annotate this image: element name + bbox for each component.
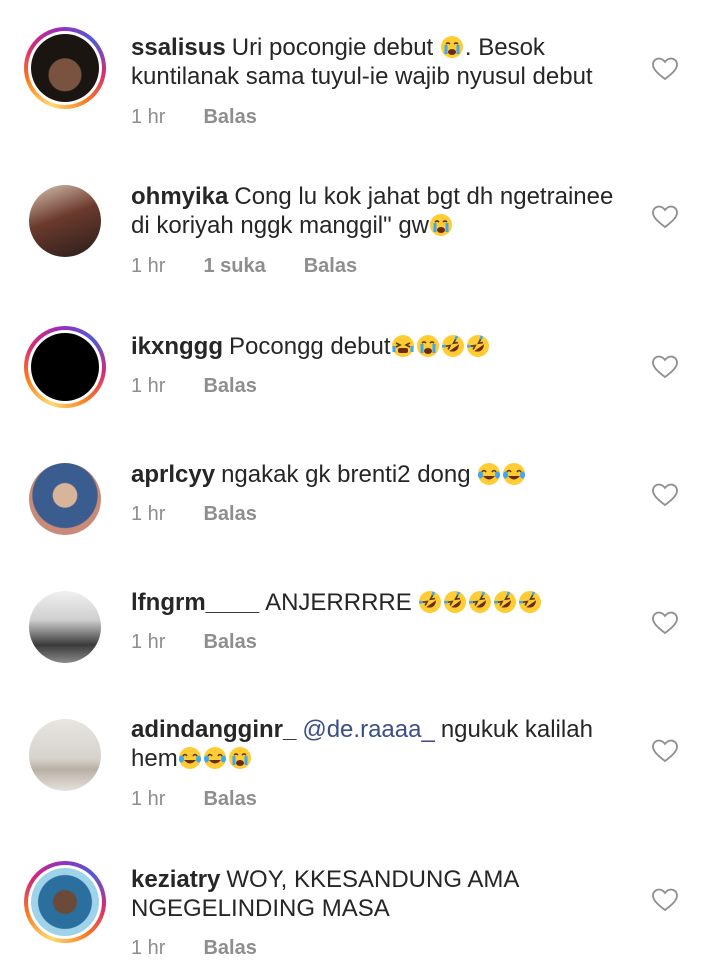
comment-text: ngukuk kalilah: [440, 716, 593, 743]
avatar[interactable]: [24, 458, 106, 540]
rofl-emoji-icon: [443, 590, 467, 614]
comment-username[interactable]: keziatry: [131, 866, 220, 893]
tears-of-joy-emoji-icon: [477, 462, 501, 486]
rofl-emoji-icon: [518, 590, 542, 614]
reply-button[interactable]: Balas: [203, 937, 256, 959]
comment-time: 1 hr: [131, 937, 166, 959]
comment-meta: 1 hr Balas: [131, 937, 295, 960]
heart-outline-icon[interactable]: [652, 57, 678, 81]
reply-button[interactable]: Balas: [203, 375, 256, 397]
comment-text: ANJERRRRE: [265, 589, 412, 616]
crying-emoji-icon: [416, 334, 440, 358]
comment-time: 1 hr: [131, 255, 166, 277]
comment-body: ssalisus Uri pocongie debut . Besok kunti…: [131, 33, 641, 91]
comment-text-line2: di koriyah nggk manggil" gw: [131, 212, 430, 239]
avatar[interactable]: [24, 27, 106, 109]
likes-count[interactable]: 1 suka: [203, 255, 265, 277]
heart-outline-icon[interactable]: [652, 483, 678, 507]
comment-username[interactable]: adindangginr_: [131, 716, 296, 743]
comment-meta: 1 hr 1 suka Balas: [131, 255, 395, 278]
rofl-emoji-icon: [466, 334, 490, 358]
comment-time: 1 hr: [131, 631, 166, 653]
comment-text: Pocongg debut: [229, 333, 391, 360]
heart-outline-icon[interactable]: [652, 355, 678, 379]
reply-button[interactable]: Balas: [203, 106, 256, 128]
comment-meta: 1 hr Balas: [131, 375, 295, 398]
heart-outline-icon[interactable]: [652, 611, 678, 635]
heart-outline-icon[interactable]: [652, 205, 678, 229]
comment-username[interactable]: lfngrm____: [131, 589, 259, 616]
comment-username[interactable]: aprlcyy: [131, 461, 215, 488]
comment-text: ngakak gk brenti2 dong: [221, 461, 471, 488]
reply-button[interactable]: Balas: [203, 503, 256, 525]
avatar[interactable]: [24, 586, 106, 668]
avatar[interactable]: [24, 180, 106, 262]
comment-username[interactable]: ikxnggg: [131, 333, 223, 360]
comment-username[interactable]: ssalisus: [131, 34, 226, 61]
comment-body: adindangginr_ @de.raaaa_ ngukuk kalilah he…: [131, 715, 641, 773]
comment-text-line2: kuntilanak sama tuyul-ie wajib nyusul de…: [131, 63, 593, 90]
comment-time: 1 hr: [131, 788, 166, 810]
avatar[interactable]: [24, 861, 106, 943]
rofl-emoji-icon: [493, 590, 517, 614]
comment-meta: 1 hr Balas: [131, 503, 295, 526]
comment-text-line2: NGEGELINDING MASA: [131, 895, 390, 922]
comment-meta: 1 hr Balas: [131, 631, 295, 654]
comment-username[interactable]: ohmyika: [131, 183, 228, 210]
comment-meta: 1 hr Balas: [131, 788, 295, 811]
rofl-emoji-icon: [468, 590, 492, 614]
avatar[interactable]: [24, 326, 106, 408]
rofl-emoji-icon: [418, 590, 442, 614]
comment-mention[interactable]: @de.raaaa_: [302, 716, 434, 743]
comment-meta: 1 hr Balas: [131, 106, 295, 129]
reply-button[interactable]: Balas: [304, 255, 357, 277]
comment-text: WOY, KKESANDUNG AMA: [226, 866, 520, 893]
tears-of-joy-emoji-icon: [178, 746, 202, 770]
comment-body: ikxnggg Pocongg debut: [131, 332, 641, 361]
tired-crying-emoji-icon: [391, 334, 415, 358]
crying-emoji-icon: [228, 746, 252, 770]
rofl-emoji-icon: [441, 334, 465, 358]
reply-button[interactable]: Balas: [203, 788, 256, 810]
heart-outline-icon[interactable]: [652, 888, 678, 912]
comment-time: 1 hr: [131, 106, 166, 128]
comment-text-line2: hem: [131, 745, 178, 772]
comment-body: keziatry WOY, KKESANDUNG AMA NGEGELINDING…: [131, 865, 641, 923]
comment-body: lfngrm____ ANJERRRRE: [131, 588, 641, 617]
avatar[interactable]: [24, 714, 106, 796]
heart-outline-icon[interactable]: [652, 739, 678, 763]
comment-time: 1 hr: [131, 375, 166, 397]
tears-of-joy-emoji-icon: [502, 462, 526, 486]
comment-time: 1 hr: [131, 503, 166, 525]
comment-text: Cong lu kok jahat bgt dh ngetrainee: [234, 183, 614, 210]
comment-text-mid: . Besok: [464, 34, 545, 61]
comment-text: Uri pocongie debut: [231, 34, 434, 61]
tears-of-joy-emoji-icon: [203, 746, 227, 770]
comment-body: ohmyika Cong lu kok jahat bgt dh ngetrain…: [131, 182, 641, 240]
crying-emoji-icon: [429, 213, 453, 237]
crying-emoji-icon: [440, 35, 464, 59]
comment-body: aprlcyy ngakak gk brenti2 dong: [131, 460, 641, 489]
reply-button[interactable]: Balas: [203, 631, 256, 653]
